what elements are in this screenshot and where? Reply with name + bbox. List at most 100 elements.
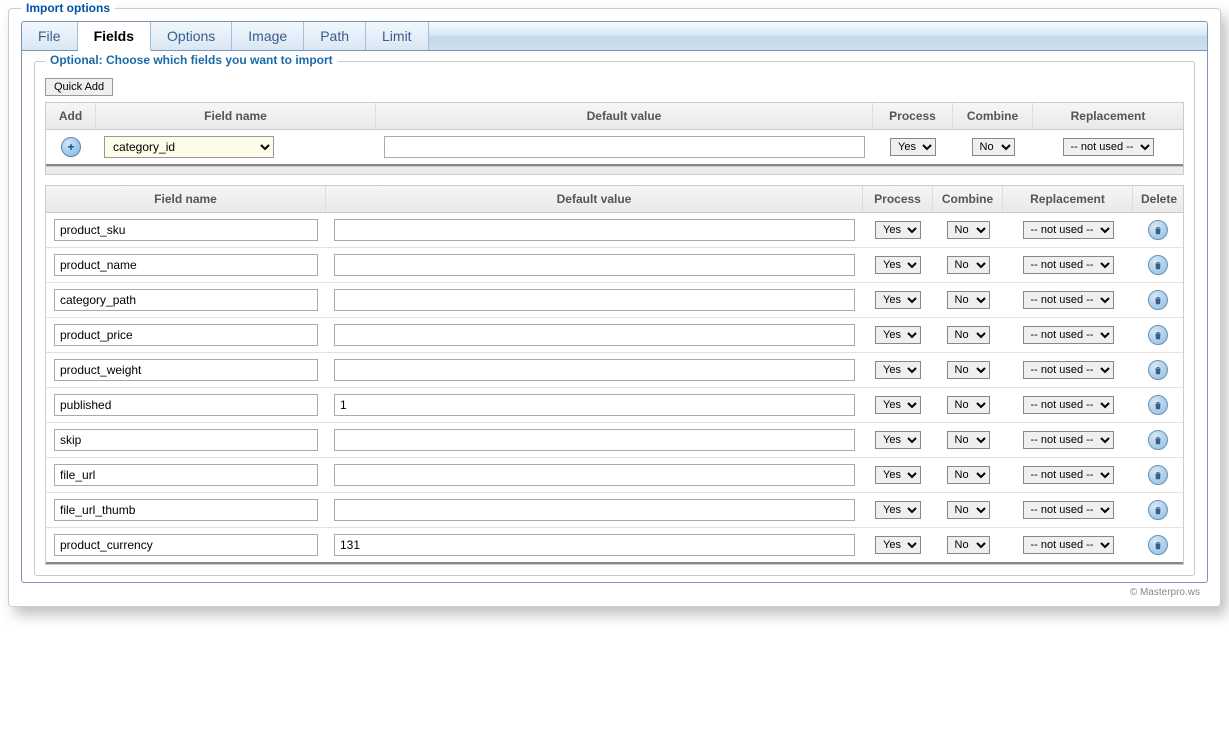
tab-options[interactable]: Options (151, 22, 232, 50)
header-add: Add (46, 103, 96, 129)
process-select[interactable]: Yes (875, 256, 921, 274)
field-name-input[interactable] (54, 219, 318, 241)
process-select[interactable]: Yes (875, 361, 921, 379)
header-process: Process (873, 103, 953, 129)
default-value-input[interactable] (384, 136, 865, 158)
delete-row-button[interactable] (1148, 220, 1168, 240)
combine-select[interactable]: No (972, 138, 1015, 156)
replacement-select[interactable]: -- not used -- (1023, 431, 1114, 449)
field-name-input[interactable] (54, 534, 318, 556)
table-row: Yes No -- not used -- (46, 458, 1183, 493)
tabs-container: FileFieldsOptionsImagePathLimit Optional… (21, 21, 1208, 583)
process-select[interactable]: Yes (890, 138, 936, 156)
field-name-input[interactable] (54, 394, 318, 416)
process-select[interactable]: Yes (875, 396, 921, 414)
add-row: + category_id Yes No -- not used -- (46, 130, 1183, 166)
field-name-input[interactable] (54, 429, 318, 451)
delete-row-button[interactable] (1148, 255, 1168, 275)
header-combine: Combine (953, 103, 1033, 129)
replacement-select[interactable]: -- not used -- (1023, 396, 1114, 414)
field-name-input[interactable] (54, 359, 318, 381)
combine-select[interactable]: No (947, 291, 990, 309)
combine-select[interactable]: No (947, 466, 990, 484)
process-select[interactable]: Yes (875, 221, 921, 239)
combine-select[interactable]: No (947, 536, 990, 554)
tab-path[interactable]: Path (304, 22, 366, 50)
combine-select[interactable]: No (947, 221, 990, 239)
table-row: Yes No -- not used -- (46, 493, 1183, 528)
delete-row-button[interactable] (1148, 535, 1168, 555)
default-value-input[interactable] (334, 219, 855, 241)
field-name-input[interactable] (54, 254, 318, 276)
process-select[interactable]: Yes (875, 536, 921, 554)
header-field-name: Field name (46, 186, 326, 212)
replacement-select[interactable]: -- not used -- (1023, 501, 1114, 519)
delete-row-button[interactable] (1148, 395, 1168, 415)
header-replacement: Replacement (1033, 103, 1183, 129)
add-field-button[interactable]: + (61, 137, 81, 157)
table-row: Yes No -- not used -- (46, 283, 1183, 318)
header-field-name: Field name (96, 103, 376, 129)
footer-credit: © Masterpro.ws (21, 583, 1208, 600)
field-name-input[interactable] (54, 289, 318, 311)
replacement-select[interactable]: -- not used -- (1023, 291, 1114, 309)
process-select[interactable]: Yes (875, 466, 921, 484)
default-value-input[interactable] (334, 534, 855, 556)
section-title: Optional: Choose which fields you want t… (45, 53, 338, 67)
delete-row-button[interactable] (1148, 500, 1168, 520)
default-value-input[interactable] (334, 394, 855, 416)
fields-table-header: Field name Default value Process Combine… (45, 185, 1184, 213)
process-select[interactable]: Yes (875, 431, 921, 449)
replacement-select[interactable]: -- not used -- (1023, 256, 1114, 274)
replacement-select[interactable]: -- not used -- (1023, 361, 1114, 379)
default-value-input[interactable] (334, 429, 855, 451)
delete-row-button[interactable] (1148, 290, 1168, 310)
import-options-panel: Import options FileFieldsOptionsImagePat… (8, 8, 1221, 607)
process-select[interactable]: Yes (875, 326, 921, 344)
combine-select[interactable]: No (947, 361, 990, 379)
tab-fields[interactable]: Fields (78, 22, 151, 51)
combine-select[interactable]: No (947, 396, 990, 414)
fields-section: Optional: Choose which fields you want t… (34, 61, 1195, 576)
header-combine: Combine (933, 186, 1003, 212)
field-name-input[interactable] (54, 464, 318, 486)
field-name-select[interactable]: category_id (104, 136, 274, 158)
panel-title: Import options (21, 1, 115, 15)
header-replacement: Replacement (1003, 186, 1133, 212)
default-value-input[interactable] (334, 464, 855, 486)
replacement-select[interactable]: -- not used -- (1023, 536, 1114, 554)
default-value-input[interactable] (334, 499, 855, 521)
delete-row-button[interactable] (1148, 430, 1168, 450)
replacement-select[interactable]: -- not used -- (1023, 326, 1114, 344)
quick-add-button[interactable]: Quick Add (45, 78, 113, 96)
default-value-input[interactable] (334, 289, 855, 311)
delete-row-button[interactable] (1148, 325, 1168, 345)
table-row: Yes No -- not used -- (46, 248, 1183, 283)
field-name-input[interactable] (54, 499, 318, 521)
table-row: Yes No -- not used -- (46, 353, 1183, 388)
tab-image[interactable]: Image (232, 22, 304, 50)
tab-limit[interactable]: Limit (366, 22, 429, 50)
process-select[interactable]: Yes (875, 291, 921, 309)
default-value-input[interactable] (334, 324, 855, 346)
replacement-select[interactable]: -- not used -- (1023, 221, 1114, 239)
replacement-select[interactable]: -- not used -- (1023, 466, 1114, 484)
tab-file[interactable]: File (22, 22, 78, 50)
combine-select[interactable]: No (947, 501, 990, 519)
spacer (45, 167, 1184, 175)
add-table-header: Add Field name Default value Process Com… (45, 102, 1184, 130)
table-row: Yes No -- not used -- (46, 528, 1183, 564)
header-default-value: Default value (326, 186, 863, 212)
field-name-input[interactable] (54, 324, 318, 346)
table-row: Yes No -- not used -- (46, 423, 1183, 458)
combine-select[interactable]: No (947, 431, 990, 449)
default-value-input[interactable] (334, 254, 855, 276)
process-select[interactable]: Yes (875, 501, 921, 519)
delete-row-button[interactable] (1148, 360, 1168, 380)
delete-row-button[interactable] (1148, 465, 1168, 485)
combine-select[interactable]: No (947, 256, 990, 274)
combine-select[interactable]: No (947, 326, 990, 344)
default-value-input[interactable] (334, 359, 855, 381)
replacement-select[interactable]: -- not used -- (1063, 138, 1154, 156)
table-row: Yes No -- not used -- (46, 213, 1183, 248)
